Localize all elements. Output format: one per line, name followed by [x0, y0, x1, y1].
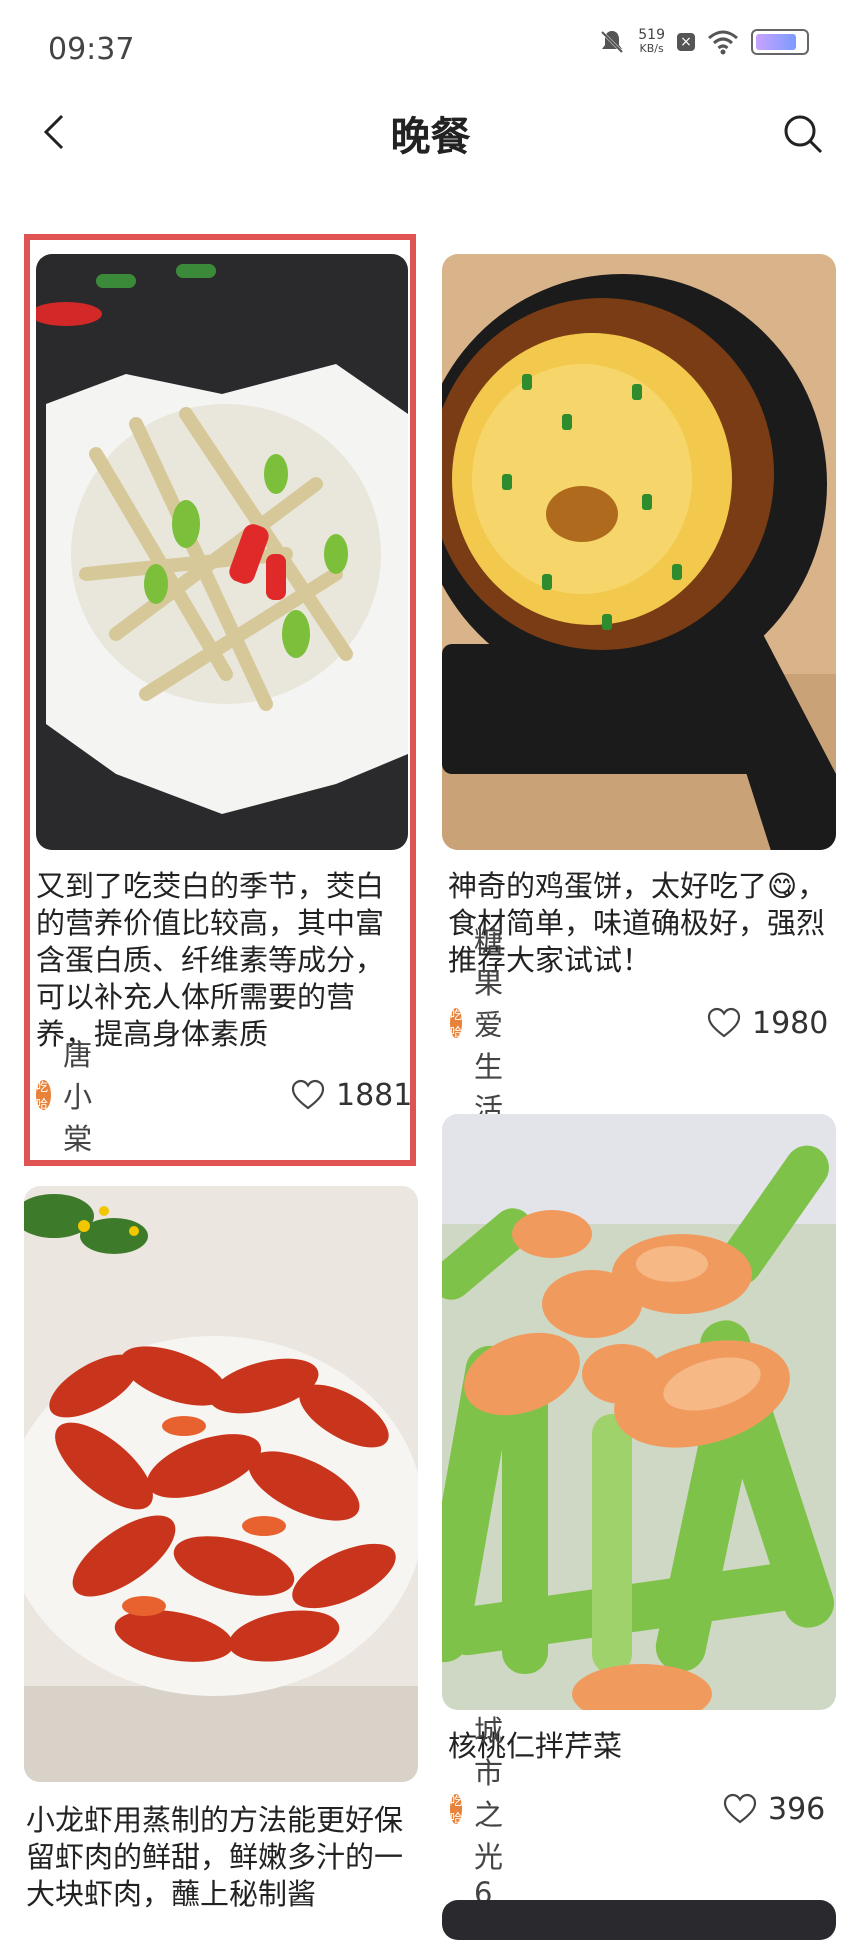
recipe-author-4[interactable]: 吃哈 城市之光6 [450, 1714, 521, 1910]
like-count: 396 [768, 1791, 826, 1827]
recipe-author-2[interactable]: 吃哈 糖果爱生活 [450, 924, 521, 1126]
recipe-photo-walnut-celery [442, 1114, 836, 1710]
status-bar: 09:37 519 KB/s × [0, 0, 861, 100]
recipe-caption-3[interactable]: 小龙虾用蒸制的方法能更好保留虾肉的鲜甜，鲜嫩多汁的一大块虾肉，蘸上秘制酱 [26, 1802, 418, 1920]
recipe-image-6-partial[interactable] [442, 1900, 836, 1940]
recipe-image-2[interactable] [442, 254, 836, 850]
author-name: 糖果爱生活 [474, 924, 504, 1126]
heart-icon [723, 1793, 757, 1824]
page-title: 晚餐 [390, 114, 471, 160]
like-count: 1980 [752, 1005, 829, 1041]
status-icons: 519 KB/s × [598, 28, 809, 56]
sim-x-icon: × [677, 33, 695, 51]
recipe-photo-crayfish [24, 1186, 418, 1782]
author-avatar-icon: 吃哈 [450, 1794, 463, 1825]
recipe-image-4[interactable] [442, 1114, 836, 1710]
heart-icon [707, 1007, 741, 1038]
battery-icon [751, 29, 809, 55]
wifi-icon [708, 30, 738, 55]
recipe-image-3[interactable] [24, 1186, 418, 1782]
mute-bell-icon [601, 30, 624, 54]
selection-highlight [24, 234, 416, 1166]
like-button-4[interactable]: 396 [722, 1788, 825, 1830]
net-speed-unit: KB/s [639, 42, 664, 55]
like-button-2[interactable]: 1980 [706, 1002, 828, 1044]
search-icon[interactable] [781, 112, 825, 156]
recipe-photo-egg-pancake [442, 254, 836, 850]
status-time: 09:37 [48, 32, 135, 67]
author-avatar-icon: 吃哈 [450, 1008, 463, 1039]
net-speed: 519 KB/s [638, 28, 665, 56]
author-name: 城市之光6 [474, 1714, 504, 1910]
battery-fill [756, 34, 796, 50]
net-speed-value: 519 [638, 27, 665, 43]
